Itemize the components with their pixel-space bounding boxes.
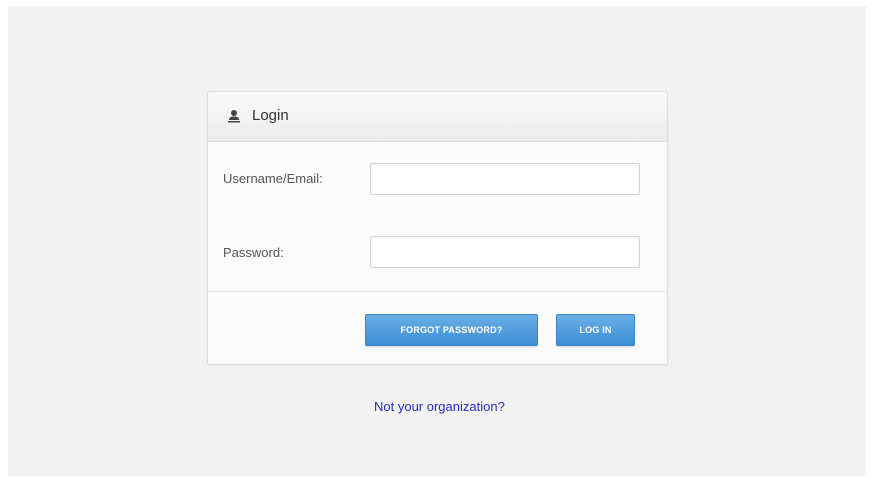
password-input[interactable]	[370, 236, 640, 268]
password-label: Password:	[223, 245, 284, 260]
username-input[interactable]	[370, 163, 640, 195]
panel-divider	[208, 291, 667, 292]
user-icon	[227, 109, 241, 123]
log-in-button[interactable]: LOG IN	[556, 314, 635, 346]
not-your-organization-link[interactable]: Not your organization?	[374, 399, 505, 414]
username-label: Username/Email:	[223, 171, 323, 186]
login-panel: Login Username/Email: Password: FORGOT P…	[207, 91, 668, 365]
panel-title: Login	[252, 107, 289, 124]
panel-header: Login	[208, 92, 667, 142]
forgot-password-button[interactable]: FORGOT PASSWORD?	[365, 314, 538, 346]
